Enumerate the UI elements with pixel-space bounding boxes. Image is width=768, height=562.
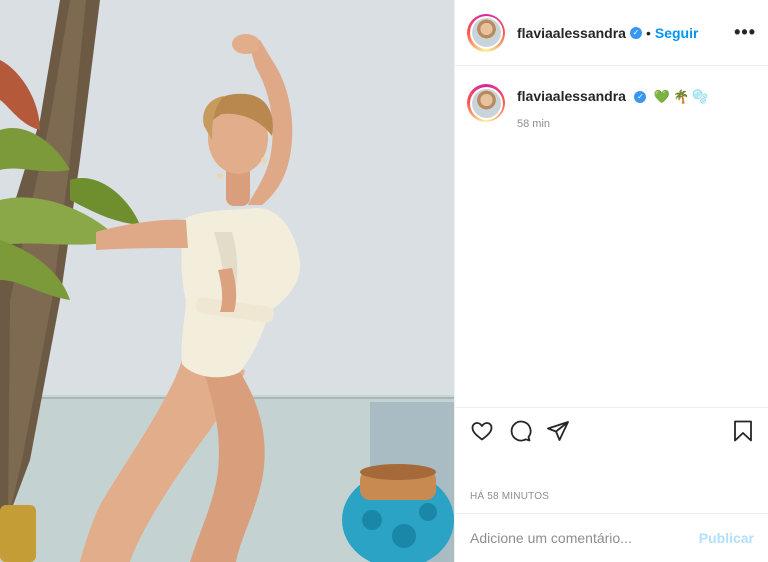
comment-box: Publicar	[455, 513, 768, 562]
post-photo[interactable]	[0, 0, 454, 562]
post-timestamp[interactable]: HÁ 58 MINUTOS	[470, 491, 549, 502]
caption-time[interactable]: 58 min	[517, 118, 708, 130]
post-header: flaviaalessandra ✓ • Seguir •••	[455, 0, 768, 66]
comment-button[interactable]	[507, 418, 533, 444]
caption: flaviaalessandra ✓ 💚 🌴 🫧 58 min	[455, 66, 768, 130]
bookmark-icon	[734, 420, 752, 441]
verified-badge-icon: ✓	[629, 26, 642, 39]
separator-dot: •	[645, 24, 651, 41]
caption-text: flaviaalessandra ✓ 💚 🌴 🫧 58 min	[517, 84, 708, 130]
like-button[interactable]	[469, 418, 495, 444]
author-avatar[interactable]	[467, 13, 505, 52]
caption-avatar[interactable]	[467, 84, 505, 122]
publish-button[interactable]: Publicar	[699, 530, 754, 546]
share-button[interactable]	[545, 418, 571, 444]
green-heart-emoji: 💚	[653, 88, 671, 104]
bubbles-emoji: 🫧	[692, 88, 709, 104]
paper-plane-icon	[547, 420, 569, 441]
author-username[interactable]: flaviaalessandra	[517, 25, 626, 41]
avatar-image	[471, 88, 501, 118]
save-button[interactable]	[730, 418, 756, 444]
action-bar	[455, 407, 768, 453]
caption-username[interactable]: flaviaalessandra	[517, 88, 626, 104]
palm-tree-emoji: 🌴	[673, 88, 690, 104]
avatar-image	[471, 18, 501, 47]
avatar-ring-inner	[469, 86, 503, 120]
more-options-icon[interactable]: •••	[734, 22, 756, 43]
avatar-ring-inner	[469, 16, 503, 49]
comment-input[interactable]	[470, 530, 699, 546]
post-side-panel: flaviaalessandra ✓ • Seguir ••• flaviaal…	[454, 0, 768, 562]
verified-badge-icon: ✓	[634, 90, 647, 103]
comment-icon	[510, 420, 532, 441]
heart-icon	[471, 421, 493, 440]
post-image	[0, 0, 454, 562]
follow-button[interactable]: Seguir	[655, 25, 699, 41]
